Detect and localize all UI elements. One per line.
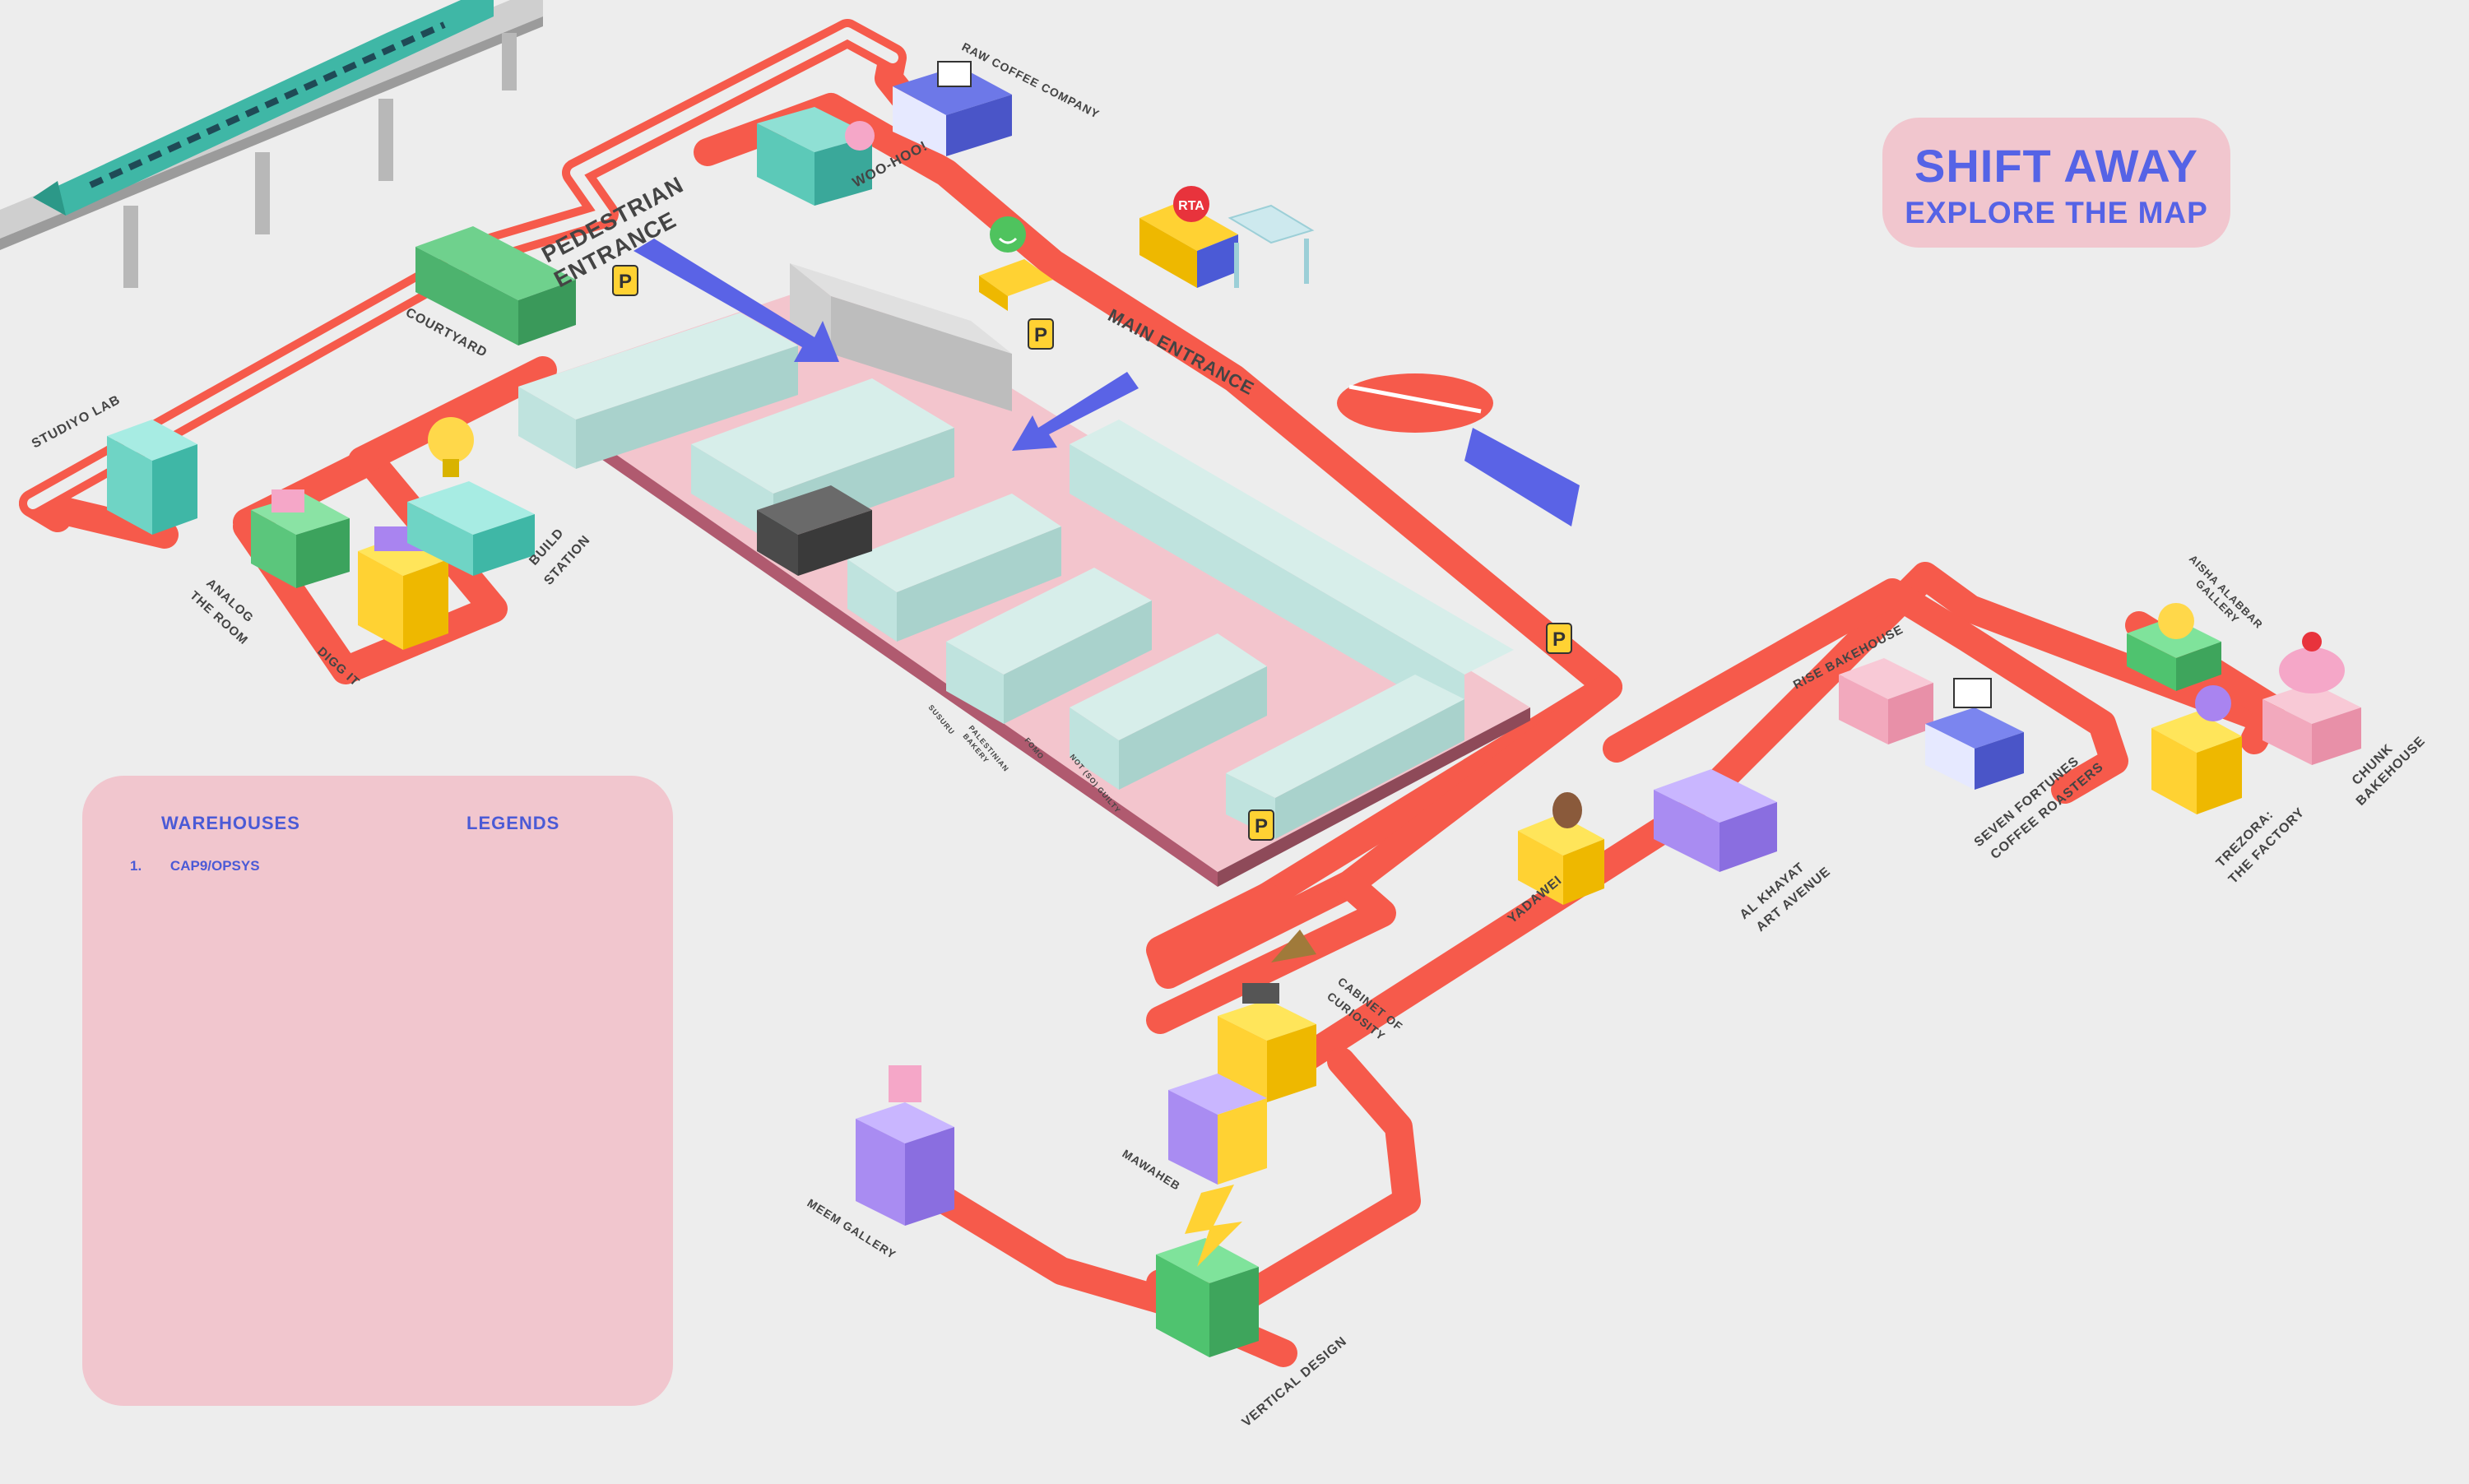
warehouses-heading: WAREHOUSES (161, 813, 300, 833)
studiyo-lab-building[interactable] (107, 420, 197, 535)
parking-sign: P (1248, 809, 1274, 841)
warehouse-name: CAP9/OPSYS (169, 858, 260, 874)
parking-sign-label: P (1552, 628, 1566, 651)
vertical-design-building[interactable] (1156, 1185, 1259, 1357)
badge-title: SHIFT AWAY (1914, 140, 2198, 192)
seven-fortunes-building[interactable] (1925, 678, 2024, 790)
badge-subtitle: EXPLORE THE MAP (1905, 196, 2208, 230)
rise-bakehouse-building[interactable] (1839, 658, 1933, 744)
label-susuru[interactable]: SUSURU (926, 703, 956, 736)
warehouse-list-item[interactable]: 1. CAP9/OPSYS (130, 858, 260, 874)
yadawei-building[interactable] (1518, 792, 1604, 905)
chunk-bakehouse-building[interactable] (2262, 632, 2361, 765)
meem-gallery-building[interactable] (856, 1065, 954, 1226)
warehouse-number: 1. (130, 858, 142, 874)
parking-sign-label: P (1255, 815, 1268, 837)
legend-panel: WAREHOUSES LEGENDS 1. CAP9/OPSYS (82, 776, 673, 1406)
parking-sign-label: P (1034, 324, 1047, 346)
legends-heading: LEGENDS (466, 813, 560, 833)
rta-bus: RTA (1139, 186, 1238, 288)
rta-sign-label: RTA (1178, 199, 1204, 213)
trezora-building[interactable] (2151, 685, 2242, 814)
shift-away-badge[interactable]: SHIFT AWAY EXPLORE THE MAP (1882, 118, 2230, 248)
parking-sign: P (1028, 318, 1054, 350)
al-khayat-building[interactable] (1654, 769, 1777, 872)
woo-hoo-building[interactable] (757, 107, 875, 206)
smiley-pin (990, 216, 1026, 253)
parking-sign: P (1546, 623, 1572, 654)
parking-sign-label: P (619, 271, 632, 293)
parking-sign: P (612, 265, 638, 296)
warehouse-blocks (518, 263, 1514, 839)
label-aisha-line1[interactable]: AISHA ALABBAR (2187, 553, 2266, 632)
bus-shelter (1228, 204, 1315, 288)
